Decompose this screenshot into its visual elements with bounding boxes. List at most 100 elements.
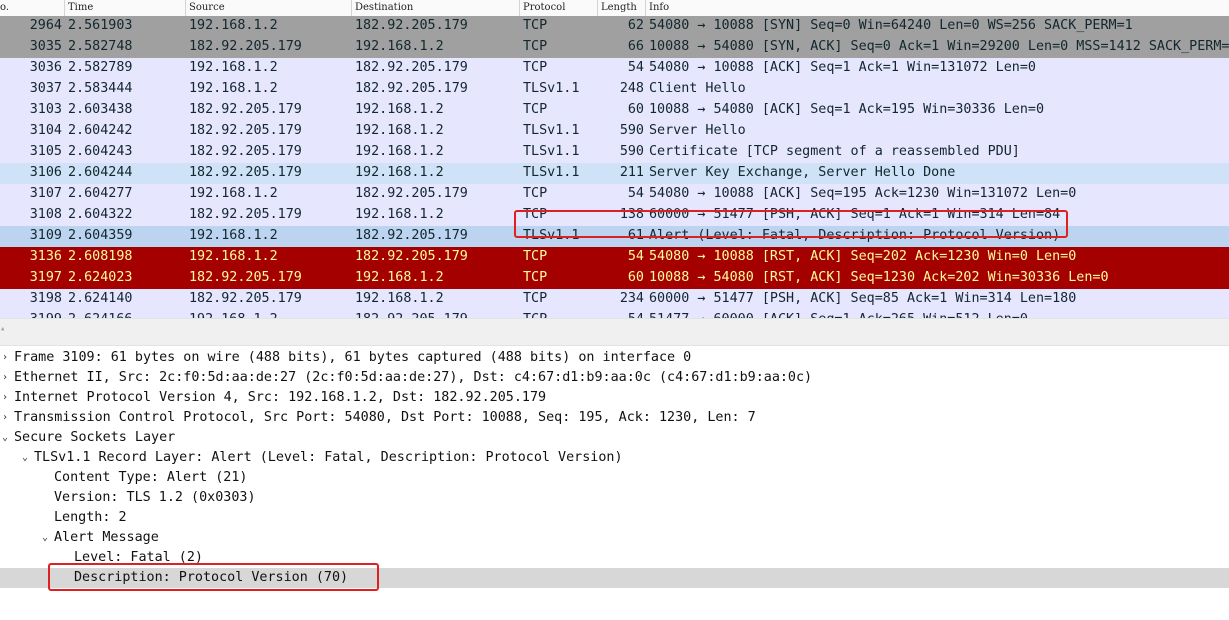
packet-row[interactable]: 3136 2.608198 192.168.1.2 182.92.205.179 TCP… xyxy=(0,247,1229,268)
chevron-down-icon[interactable]: ⌄ xyxy=(22,448,28,468)
column-separator[interactable] xyxy=(597,0,598,16)
chevron-down-icon[interactable]: ⌄ xyxy=(2,428,8,448)
packet-no: 2964 xyxy=(29,18,62,33)
packet-source: 182.92.205.179 xyxy=(189,102,302,117)
detail-tree-item[interactable]: › Frame 3109: 61 bytes on wire (488 bits)… xyxy=(0,348,1229,368)
detail-text: Alert Message xyxy=(54,530,159,545)
packet-source: 192.168.1.2 xyxy=(189,60,278,75)
packet-no: 3103 xyxy=(29,102,62,117)
packet-destination: 192.168.1.2 xyxy=(355,102,444,117)
column-header-time[interactable]: Time xyxy=(68,1,93,15)
pane-splitter[interactable]: ▴ xyxy=(0,318,1229,346)
packet-info: Server Hello xyxy=(649,123,746,138)
packet-no: 3109 xyxy=(29,228,62,243)
packet-no: 3037 xyxy=(29,81,62,96)
packet-length: 60 xyxy=(627,270,644,285)
packet-row[interactable]: 3106 2.604244 182.92.205.179 192.168.1.2 TLS… xyxy=(0,163,1229,184)
chevron-right-icon[interactable]: › xyxy=(2,388,8,408)
column-separator[interactable] xyxy=(519,0,520,16)
chevron-right-icon[interactable]: › xyxy=(2,368,8,388)
packet-info: 60000 → 51477 [PSH, ACK] Seq=85 Ack=1 Wi… xyxy=(649,291,1077,306)
packet-info: 10088 → 54080 [ACK] Seq=1 Ack=195 Win=30… xyxy=(649,102,1045,117)
packet-row[interactable]: 3035 2.582748 182.92.205.179 192.168.1.2 TCP… xyxy=(0,37,1229,58)
column-separator[interactable] xyxy=(185,0,186,16)
detail-text: Internet Protocol Version 4, Src: 192.16… xyxy=(14,390,547,405)
packet-length: 54 xyxy=(627,60,644,75)
packet-row[interactable]: 3103 2.603438 182.92.205.179 192.168.1.2 TCP… xyxy=(0,100,1229,121)
packet-time: 2.624140 xyxy=(68,291,133,306)
detail-tree-item[interactable]: › Internet Protocol Version 4, Src: 192.1… xyxy=(0,388,1229,408)
packet-row[interactable]: 3107 2.604277 192.168.1.2 182.92.205.179 TCP… xyxy=(0,184,1229,205)
column-separator[interactable] xyxy=(64,0,65,16)
packet-row[interactable]: 3197 2.624023 182.92.205.179 192.168.1.2 TCP… xyxy=(0,268,1229,289)
column-separator[interactable] xyxy=(351,0,352,16)
packet-info: 54080 → 10088 [ACK] Seq=195 Ack=1230 Win… xyxy=(649,186,1077,201)
packet-row[interactable]: 3104 2.604242 182.92.205.179 192.168.1.2 TLS… xyxy=(0,121,1229,142)
packet-length: 590 xyxy=(619,144,644,159)
chevron-right-icon[interactable]: › xyxy=(2,348,8,368)
packet-row[interactable]: 3105 2.604243 182.92.205.179 192.168.1.2 TLS… xyxy=(0,142,1229,163)
packet-length: 248 xyxy=(619,81,644,96)
packet-destination: 192.168.1.2 xyxy=(355,207,444,222)
packet-no: 3035 xyxy=(29,39,62,54)
packet-source: 182.92.205.179 xyxy=(189,39,302,54)
column-header-no[interactable]: o. xyxy=(0,1,9,15)
column-header-destination[interactable]: Destination xyxy=(355,1,413,15)
packet-row[interactable]: 3198 2.624140 182.92.205.179 192.168.1.2 TCP… xyxy=(0,289,1229,310)
detail-tree-item[interactable]: Length: 2 xyxy=(0,508,1229,528)
detail-tree-item[interactable]: ⌄ Alert Message xyxy=(0,528,1229,548)
packet-row[interactable]: 3036 2.582789 192.168.1.2 182.92.205.179 TCP… xyxy=(0,58,1229,79)
highlight-box-description xyxy=(48,563,379,591)
column-header-info[interactable]: Info xyxy=(649,1,669,15)
packet-protocol: TCP xyxy=(523,39,548,54)
packet-length: 234 xyxy=(619,291,644,306)
column-header-protocol[interactable]: Protocol xyxy=(523,1,565,15)
packet-time: 2.561903 xyxy=(68,18,133,33)
detail-tree-item[interactable]: › Ethernet II, Src: 2c:f0:5d:aa:de:27 (2c… xyxy=(0,368,1229,388)
packet-info: Server Key Exchange, Server Hello Done xyxy=(649,165,956,180)
detail-tree-item[interactable]: ⌄ TLSv1.1 Record Layer: Alert (Level: Fat… xyxy=(0,448,1229,468)
detail-tree-item[interactable]: › Transmission Control Protocol, Src Port… xyxy=(0,408,1229,428)
column-separator[interactable] xyxy=(645,0,646,16)
packet-source: 182.92.205.179 xyxy=(189,165,302,180)
chevron-down-icon[interactable]: ⌄ xyxy=(42,528,48,548)
packet-details-tree: › Frame 3109: 61 bytes on wire (488 bits)… xyxy=(0,348,1229,588)
packet-time: 2.604322 xyxy=(68,207,133,222)
column-header-length[interactable]: Length xyxy=(601,1,637,15)
column-header-source[interactable]: Source xyxy=(189,1,225,15)
packet-source: 192.168.1.2 xyxy=(189,186,278,201)
packet-info: 54080 → 10088 [RST, ACK] Seq=202 Ack=123… xyxy=(649,249,1077,264)
packet-no: 3198 xyxy=(29,291,62,306)
chevron-right-icon[interactable]: › xyxy=(2,408,8,428)
packet-protocol: TLSv1.1 xyxy=(523,81,580,96)
packet-length: 54 xyxy=(627,249,644,264)
packet-time: 2.608198 xyxy=(68,249,133,264)
detail-tree-item[interactable]: Content Type: Alert (21) xyxy=(0,468,1229,488)
packet-protocol: TCP xyxy=(523,60,548,75)
packet-info: 54080 → 10088 [ACK] Seq=1 Ack=1 Win=1310… xyxy=(649,60,1036,75)
packet-destination: 182.92.205.179 xyxy=(355,186,468,201)
packet-source: 192.168.1.2 xyxy=(189,249,278,264)
detail-text: Secure Sockets Layer xyxy=(14,430,176,445)
packet-no: 3106 xyxy=(29,165,62,180)
packet-protocol: TCP xyxy=(523,249,548,264)
packet-destination: 192.168.1.2 xyxy=(355,270,444,285)
packet-info: 10088 → 54080 [RST, ACK] Seq=1230 Ack=20… xyxy=(649,270,1109,285)
splitter-handle-icon[interactable]: ▴ xyxy=(0,325,5,334)
packet-row[interactable]: 3037 2.583444 192.168.1.2 182.92.205.179 TLS… xyxy=(0,79,1229,100)
detail-tree-item[interactable]: ⌄ Secure Sockets Layer xyxy=(0,428,1229,448)
packet-time: 2.603438 xyxy=(68,102,133,117)
detail-tree-item[interactable]: Version: TLS 1.2 (0x0303) xyxy=(0,488,1229,508)
packet-protocol: TLSv1.1 xyxy=(523,123,580,138)
packet-source: 182.92.205.179 xyxy=(189,123,302,138)
packet-row[interactable]: 2964 2.561903 192.168.1.2 182.92.205.179 TCP… xyxy=(0,16,1229,37)
packet-destination: 182.92.205.179 xyxy=(355,249,468,264)
packet-time: 2.604242 xyxy=(68,123,133,138)
packet-destination: 192.168.1.2 xyxy=(355,291,444,306)
packet-source: 182.92.205.179 xyxy=(189,144,302,159)
packet-info: 10088 → 54080 [SYN, ACK] Seq=0 Ack=1 Win… xyxy=(649,39,1229,54)
packet-source: 192.168.1.2 xyxy=(189,228,278,243)
packet-time: 2.582748 xyxy=(68,39,133,54)
packet-length: 211 xyxy=(619,165,644,180)
packet-protocol: TCP xyxy=(523,186,548,201)
